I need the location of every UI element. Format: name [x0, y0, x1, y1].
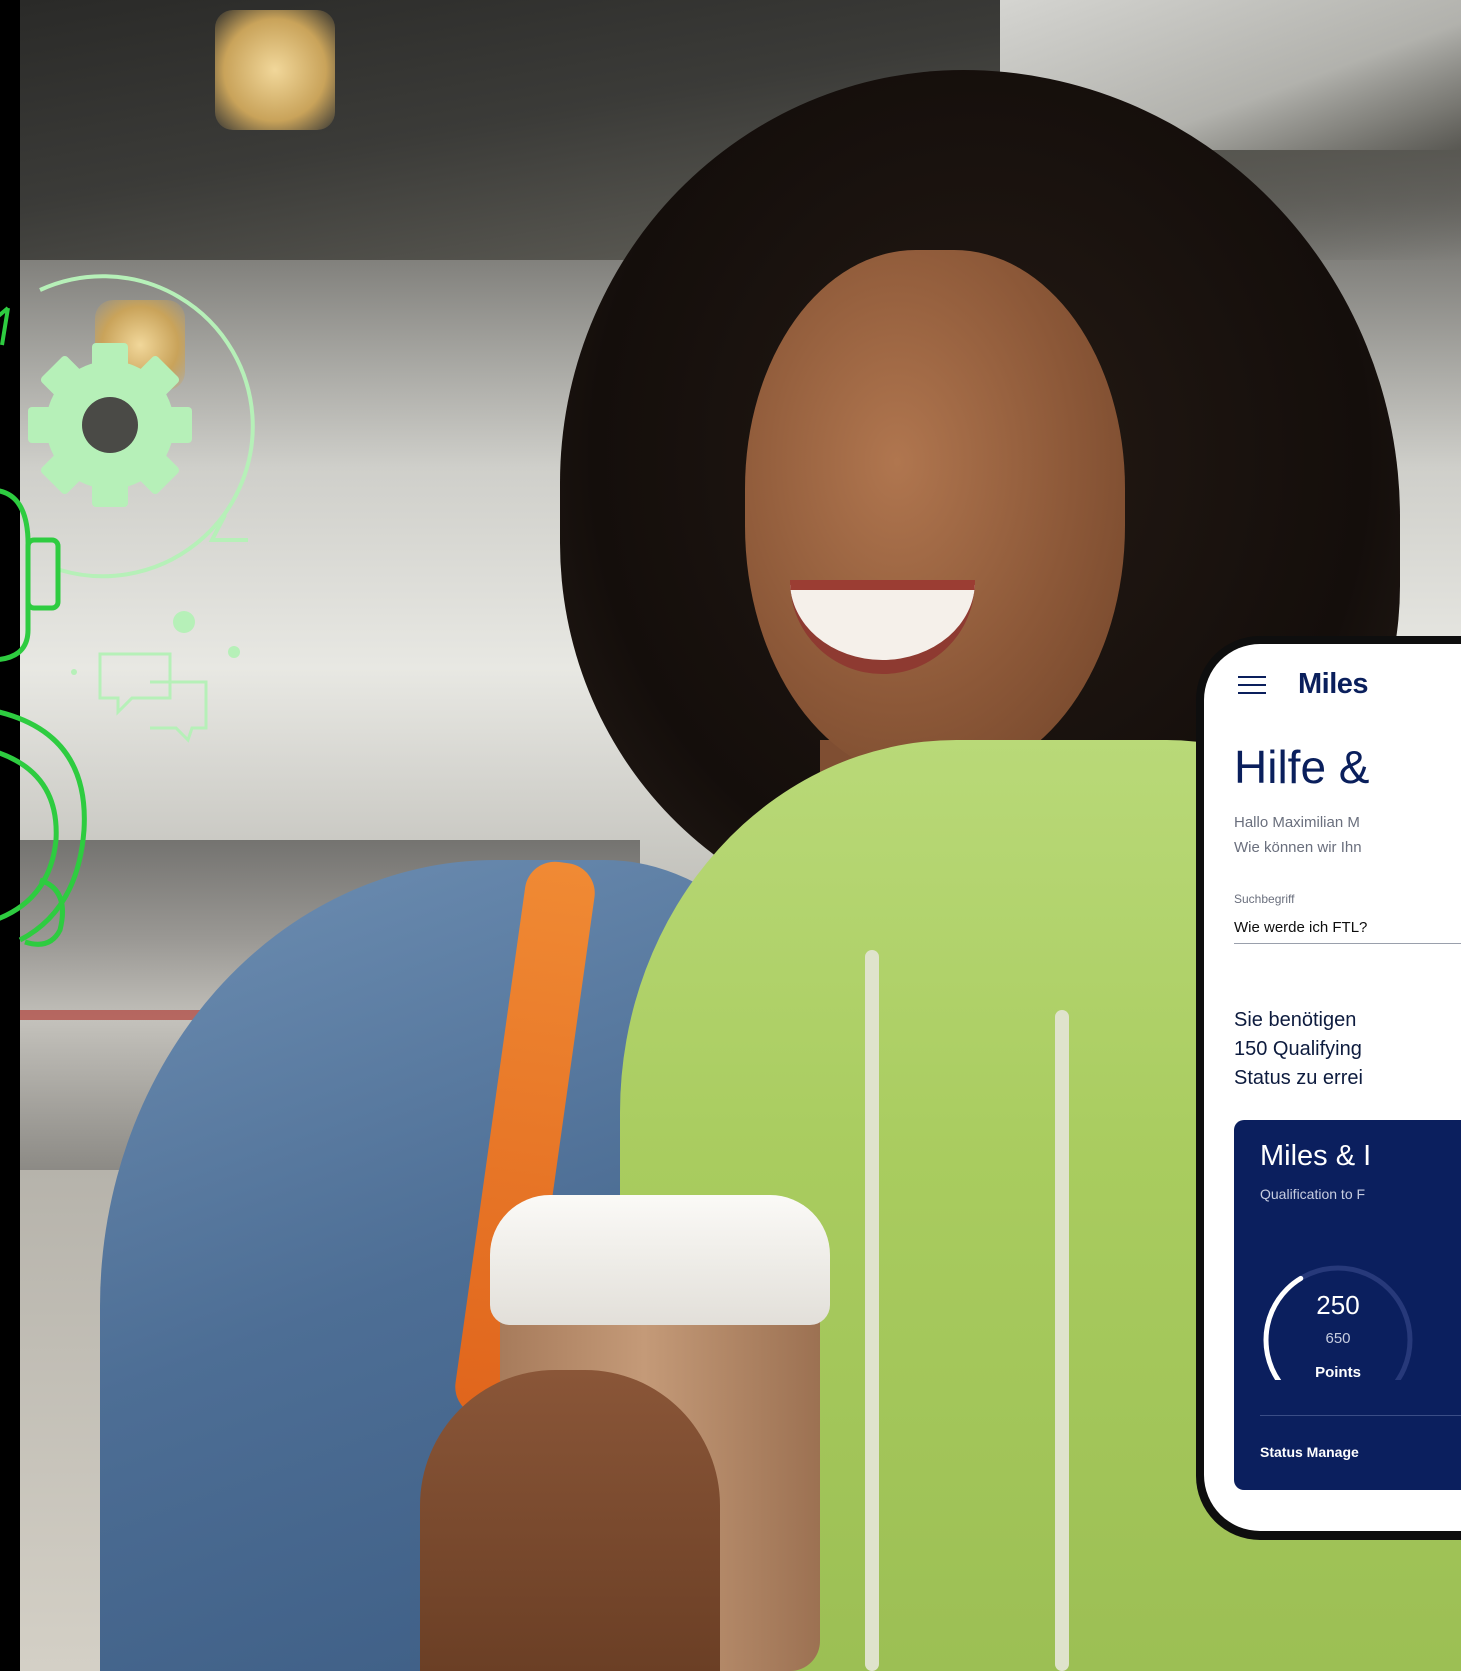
answer-line: Sie benötigen — [1234, 1009, 1357, 1031]
status-manager-link[interactable]: Status Manage — [1260, 1444, 1359, 1460]
greeting-line: Wie können wir Ihn — [1234, 839, 1362, 856]
illustration-icons — [0, 274, 255, 947]
greeting-text: Hallo Maximilian M Wie können wir Ihn — [1234, 810, 1362, 860]
points-label: Points — [1315, 1364, 1361, 1381]
arrow-icon — [0, 306, 10, 346]
card-divider — [1260, 1415, 1461, 1416]
search-label: Suchbegriff — [1234, 892, 1295, 906]
menu-icon[interactable] — [1238, 676, 1266, 696]
hoodie-string — [1055, 1010, 1069, 1671]
answer-text: Sie benötigen 150 Qualifying Status zu e… — [1234, 1006, 1363, 1093]
answer-line: Status zu errei — [1234, 1067, 1363, 1089]
status-card[interactable]: Miles & I Qualification to F 250 650 Poi… — [1234, 1120, 1461, 1490]
dot — [228, 646, 240, 658]
answer-line: 150 Qualifying — [1234, 1038, 1362, 1060]
headset-icon — [0, 488, 87, 947]
search-input[interactable] — [1234, 912, 1461, 944]
status-card-subtitle: Qualification to F — [1260, 1186, 1366, 1202]
chat-bubbles-icon — [98, 652, 208, 743]
points-value: 250 — [1316, 1290, 1360, 1320]
hoodie-string — [865, 950, 879, 1671]
dot — [71, 669, 77, 675]
ceiling-lamp — [215, 10, 335, 130]
gear-icon — [28, 343, 192, 507]
phone-screen: Miles Hilfe & Hallo Maximilian M Wie kön… — [1204, 644, 1461, 1531]
coffee-cup-lid — [490, 1195, 830, 1325]
status-card-title: Miles & I — [1260, 1140, 1372, 1172]
brand-logo[interactable]: Miles — [1298, 668, 1369, 701]
person-hand — [420, 1370, 720, 1671]
points-total: 650 — [1325, 1330, 1351, 1347]
person-face — [745, 250, 1125, 780]
page-title: Hilfe & — [1234, 741, 1370, 793]
greeting-line: Hallo Maximilian M — [1234, 814, 1360, 831]
dot — [173, 611, 195, 633]
